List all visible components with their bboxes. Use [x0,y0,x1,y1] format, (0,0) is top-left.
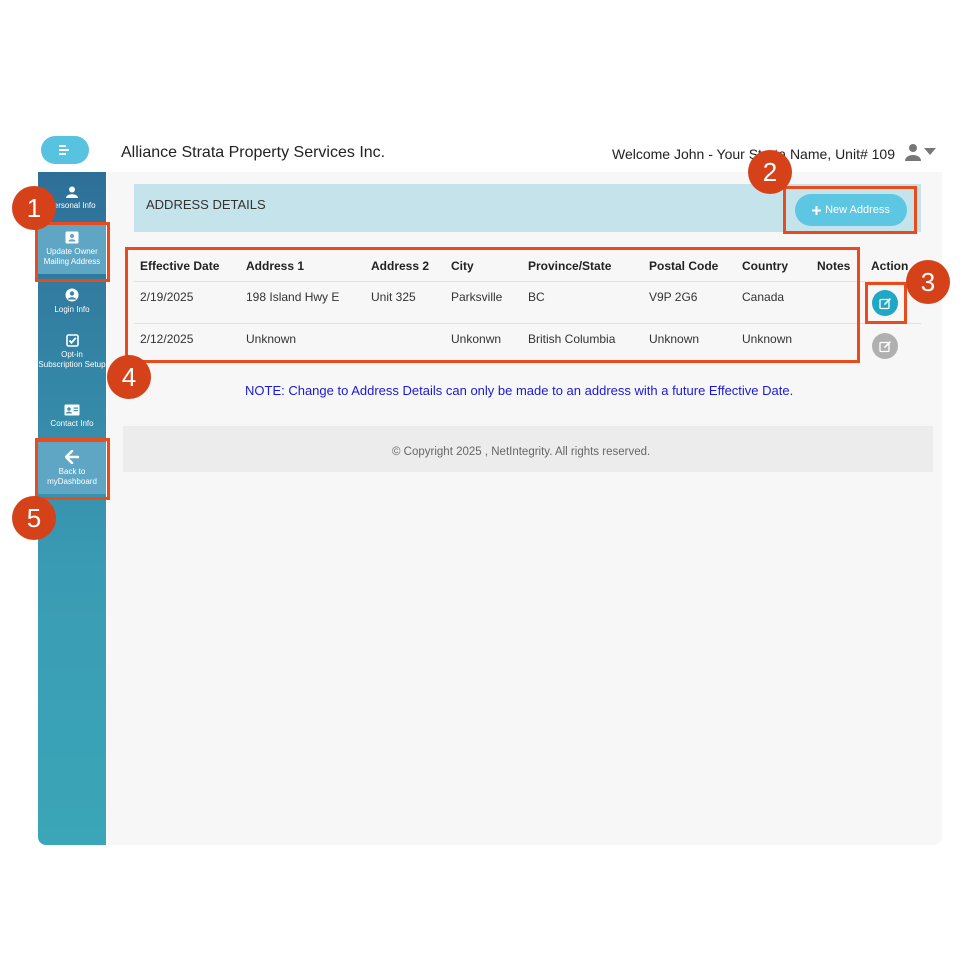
sidebar-item-contact-info[interactable]: Contact Info [38,404,106,436]
highlight-address-table [125,247,860,363]
sidebar-item-label: Opt-in Subscription Setup [38,350,106,369]
step-badge-2: 2 [748,150,792,194]
sidebar-item-opt-in-subscription-setup[interactable]: Opt-in Subscription Setup [38,334,106,388]
user-icon [905,144,921,161]
edit-address-button-disabled [872,333,898,359]
effective-date-note: NOTE: Change to Address Details can only… [245,383,794,398]
checkbox-icon [65,334,79,347]
edit-icon [878,340,891,352]
user-menu[interactable] [904,143,936,161]
menu-toggle-button[interactable] [41,136,89,164]
column-header-action: Action [871,259,909,273]
sidebar-item-label: Contact Info [50,419,94,428]
step-badge-1: 1 [12,186,56,230]
sidebar-item-label: Login Info [54,305,90,314]
user-circle-icon [65,288,79,302]
screenshot-stage: Personal Info Update Owner Mailing Addre… [0,0,980,980]
person-icon [66,186,78,198]
caret-down-icon [924,148,936,155]
step-badge-4: 4 [107,355,151,399]
hamburger-icon [59,145,69,155]
copyright-text: © Copyright 2025 , NetIntegrity. All rig… [392,446,651,458]
step-badge-5: 5 [12,496,56,540]
company-name: Alliance Strata Property Services Inc. [121,144,386,161]
highlight-new-address-button [783,186,917,234]
highlight-update-mailing-address [35,222,110,282]
step-badge-3: 3 [906,260,950,304]
section-title: ADDRESS DETAILS [146,197,266,212]
highlight-back-to-dashboard [35,438,110,500]
highlight-edit-action [865,282,907,324]
sidebar-item-login-info[interactable]: Login Info [38,288,106,322]
address-card-icon [64,404,80,416]
